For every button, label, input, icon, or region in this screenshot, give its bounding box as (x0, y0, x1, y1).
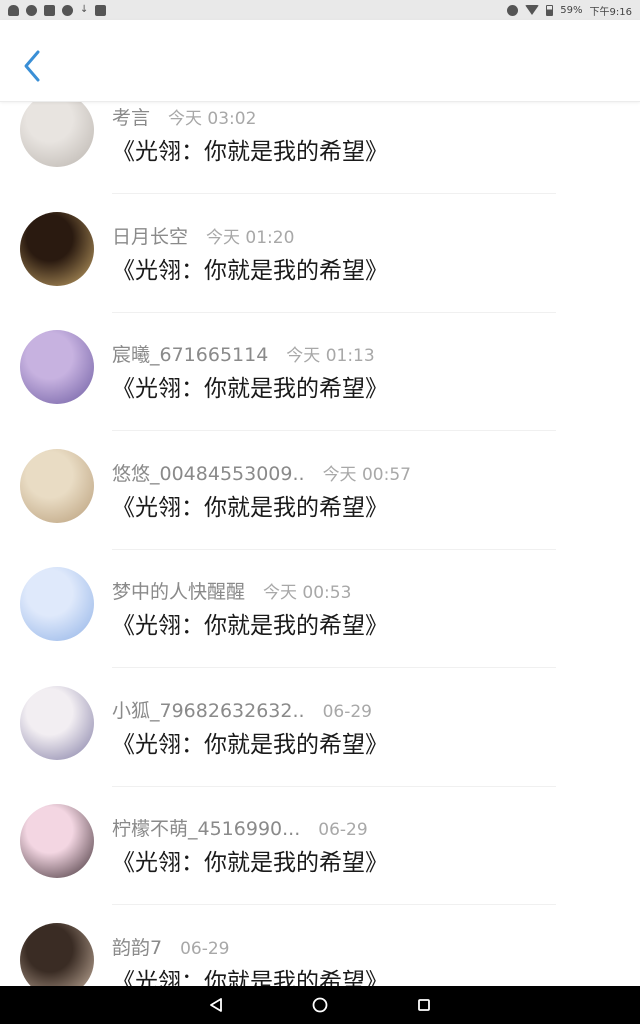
navigation-bar (0, 986, 640, 1024)
battery-icon (546, 4, 554, 16)
user-avatar[interactable] (20, 567, 94, 641)
comment-text: 《光翎：你就是我的希望》 (112, 257, 388, 284)
user-avatar[interactable] (20, 211, 94, 286)
username[interactable]: 考言 (112, 103, 150, 130)
comment-time: 今天 01:20 (206, 227, 295, 248)
user-avatar[interactable] (20, 330, 94, 404)
image-icon (44, 4, 55, 16)
comment-text: 《光翎：你就是我的希望》 (112, 376, 388, 402)
status-right: 59% 下午9:16 (507, 3, 632, 18)
comment-meta: 韵韵7 06-29 (112, 933, 230, 959)
comment-item[interactable]: 柠檬不萌_4516990... 06-29 《光翎：你就是我的希望》 (0, 773, 640, 905)
username[interactable]: 韵韵7 (112, 933, 162, 960)
notification-bell-icon (8, 4, 19, 16)
username[interactable]: 悠悠_00484553009.. (112, 459, 305, 486)
comment-meta: 悠悠_00484553009.. 今天 00:57 (112, 459, 411, 485)
header (0, 20, 640, 102)
comment-time: 06-29 (318, 820, 368, 840)
username[interactable]: 小狐_79682632632.. (112, 696, 305, 723)
comment-meta: 考言 今天 03:02 (112, 103, 256, 129)
clock: 下午9:16 (589, 6, 632, 18)
nav-back-button[interactable] (200, 991, 232, 1019)
comment-item[interactable]: 宸曦_671665114 今天 01:13 《光翎：你就是我的希望》 (0, 299, 640, 431)
comment-item[interactable]: 日月长空 今天 01:20 《光翎：你就是我的希望》 (0, 181, 640, 313)
comment-meta: 柠檬不萌_4516990... 06-29 (112, 814, 368, 840)
back-button[interactable] (18, 46, 48, 86)
comment-item[interactable]: 韵韵7 06-29 《光翎：你就是我的希望》 (0, 892, 640, 987)
comment-text: 《光翎：你就是我的希望》 (112, 968, 388, 987)
comment-text: 《光翎：你就是我的希望》 (112, 850, 388, 876)
chevron-left-icon (24, 50, 40, 82)
comment-time: 今天 00:57 (322, 464, 411, 485)
comment-text: 《光翎：你就是我的希望》 (112, 139, 388, 165)
alarm-icon (507, 4, 519, 16)
comment-item[interactable]: 梦中的人快醒醒 今天 00:53 《光翎：你就是我的希望》 (0, 536, 640, 668)
comment-time: 今天 01:13 (286, 346, 375, 366)
download-icon: ↓ (80, 4, 89, 15)
home-circle-icon (312, 997, 328, 1013)
user-avatar[interactable] (20, 804, 94, 878)
comment-time: 06-29 (180, 938, 230, 959)
comment-time: 06-29 (322, 701, 372, 722)
comment-meta: 日月长空 今天 01:20 (112, 222, 294, 248)
comment-text: 《光翎：你就是我的希望》 (112, 494, 388, 521)
comment-meta: 宸曦_671665114 今天 01:13 (112, 340, 375, 366)
comment-text: 《光翎：你就是我的希望》 (112, 731, 388, 758)
sync-icon (26, 4, 37, 16)
comment-time: 今天 00:53 (263, 583, 352, 603)
username[interactable]: 柠檬不萌_4516990... (112, 814, 300, 841)
username[interactable]: 日月长空 (112, 222, 188, 249)
battery-percent: 59% (560, 4, 583, 16)
nav-home-button[interactable] (304, 991, 336, 1019)
back-triangle-icon (210, 998, 222, 1012)
comment-meta: 小狐_79682632632.. 06-29 (112, 696, 372, 722)
comment-time: 今天 03:02 (168, 109, 257, 129)
username[interactable]: 梦中的人快醒醒 (112, 577, 245, 604)
comment-item[interactable]: 考言 今天 03:02 《光翎：你就是我的希望》 (0, 102, 640, 194)
status-left: ↓ (8, 4, 107, 16)
nav-recents-button[interactable] (408, 991, 440, 1019)
comment-meta: 梦中的人快醒醒 今天 00:53 (112, 577, 351, 603)
username[interactable]: 宸曦_671665114 (112, 340, 268, 367)
recents-square-icon (418, 999, 430, 1011)
user-avatar[interactable] (20, 448, 94, 523)
qq-icon (62, 4, 73, 16)
comment-item[interactable]: 悠悠_00484553009.. 今天 00:57 《光翎：你就是我的希望》 (0, 418, 640, 550)
comment-item[interactable]: 小狐_79682632632.. 06-29 《光翎：你就是我的希望》 (0, 655, 640, 787)
user-avatar[interactable] (20, 102, 94, 167)
user-avatar[interactable] (20, 685, 94, 760)
status-bar: ↓ 59% 下午9:16 (0, 0, 640, 20)
user-avatar[interactable] (20, 922, 94, 986)
wifi-icon (525, 5, 540, 15)
comment-text: 《光翎：你就是我的希望》 (112, 613, 388, 639)
app-icon (95, 4, 107, 16)
comment-list[interactable]: 考言 今天 03:02 《光翎：你就是我的希望》 日月长空 今天 01:20 《光翎：你就… (0, 102, 640, 986)
